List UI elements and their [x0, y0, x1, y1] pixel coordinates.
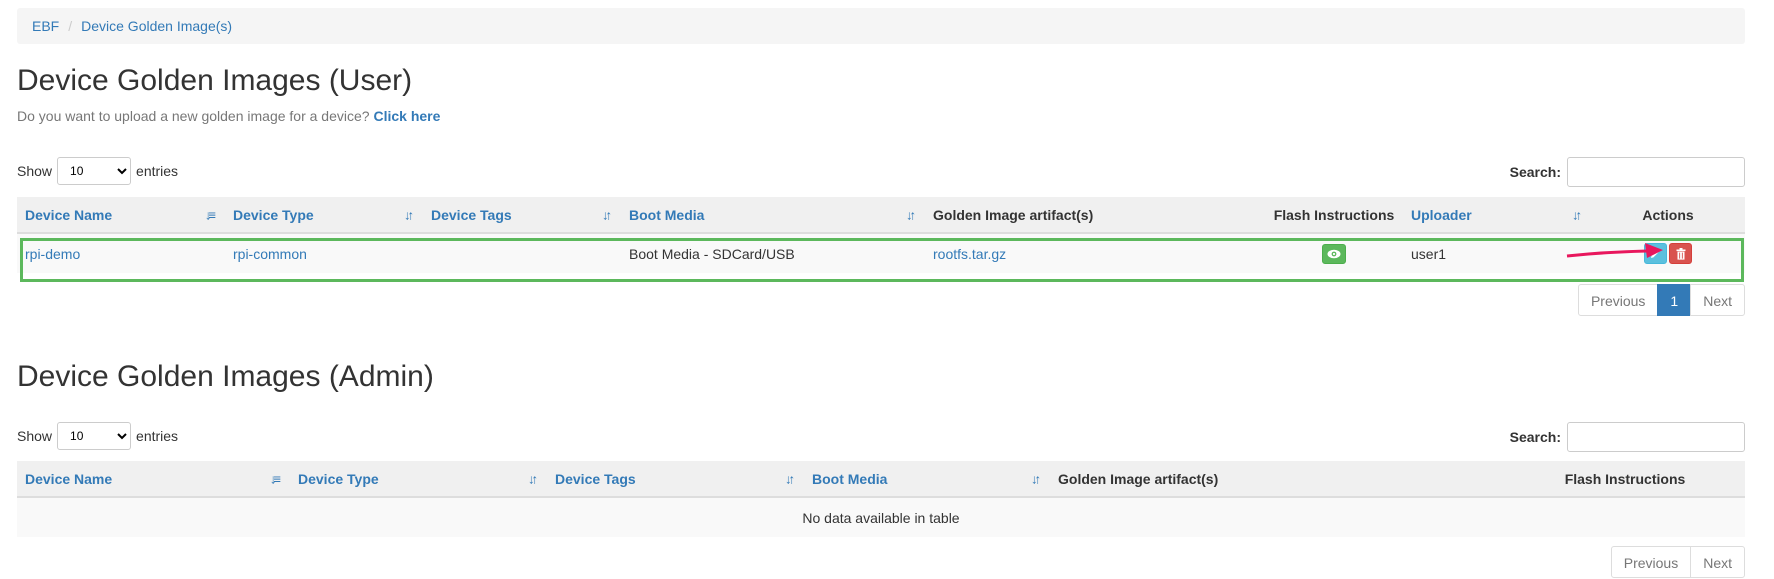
cell-device-type: rpi-common: [225, 233, 423, 273]
artifact-link[interactable]: rootfs.tar.gz: [933, 246, 1006, 262]
col-golden-image-artifacts: Golden Image artifact(s): [925, 197, 1265, 234]
table-row: rpi-demo rpi-common Boot Media - SDCard/…: [17, 233, 1745, 273]
entries-length-user: Show 10 entries: [17, 157, 178, 185]
table-row: No data available in table: [17, 497, 1745, 537]
entries-select-user[interactable]: 10: [57, 157, 132, 185]
delete-button[interactable]: [1669, 243, 1692, 264]
col-flash-instructions: Flash Instructions: [1505, 461, 1745, 498]
table-header-row: Device Name ↓≡ Device Type ↓↑ Device Tag…: [17, 461, 1745, 498]
trash-icon: [1676, 247, 1685, 260]
search-user: Search:: [1510, 157, 1745, 187]
col-uploader[interactable]: Uploader ↓↑: [1403, 197, 1591, 234]
cell-boot-media: Boot Media - SDCard/USB: [621, 233, 925, 273]
breadcrumb-root-link[interactable]: EBF: [32, 18, 59, 34]
view-flash-instructions-button[interactable]: [1322, 243, 1346, 264]
entries-label: entries: [136, 428, 179, 444]
search-label: Search:: [1509, 429, 1561, 445]
pagination-previous[interactable]: Previous: [1610, 546, 1692, 578]
cell-artifact: rootfs.tar.gz: [925, 233, 1265, 273]
pagination-previous[interactable]: Previous: [1577, 284, 1659, 316]
table-header-row: Device Name ↓≡ Device Type ↓↑ Device Tag…: [17, 197, 1745, 234]
col-flash-instructions: Flash Instructions: [1265, 197, 1403, 234]
cell-uploader: user1: [1403, 233, 1591, 273]
search-admin: Search:: [1510, 422, 1745, 452]
col-device-type[interactable]: Device Type ↓↑: [290, 461, 547, 498]
upload-prompt: Do you want to upload a new golden image…: [17, 108, 440, 124]
cell-flash-instructions: [1265, 233, 1403, 273]
col-label: Device Name: [25, 206, 113, 223]
breadcrumb: EBF / Device Golden Image(s): [17, 8, 1745, 44]
sort-icon: ↓↑: [528, 471, 538, 486]
sort-icon: ↓↑: [1031, 471, 1041, 486]
show-label: Show: [17, 428, 53, 444]
sort-icon: ↓↑: [404, 207, 414, 222]
page-title-user: Device Golden Images (User): [17, 64, 413, 97]
cell-device-name: rpi-demo: [17, 233, 225, 273]
entries-label: entries: [136, 163, 179, 179]
col-label: Device Tags: [431, 206, 512, 223]
device-type-link[interactable]: rpi-common: [233, 246, 307, 262]
breadcrumb-separator: /: [68, 18, 73, 34]
entries-length-admin: Show 10 entries: [17, 422, 178, 450]
pagination-user: Previous 1 Next: [1577, 284, 1745, 316]
col-device-name[interactable]: Device Name ↓≡: [17, 461, 290, 498]
search-label: Search:: [1509, 164, 1561, 180]
eye-icon: [1327, 249, 1341, 258]
pagination-next[interactable]: Next: [1690, 546, 1745, 578]
sort-icon: ↓↑: [1572, 207, 1582, 222]
upload-click-here-link[interactable]: Click here: [373, 108, 440, 124]
pagination-next[interactable]: Next: [1690, 284, 1745, 316]
col-actions: Actions: [1591, 197, 1745, 234]
col-device-type[interactable]: Device Type ↓↑: [225, 197, 423, 234]
col-boot-media[interactable]: Boot Media ↓↑: [621, 197, 925, 234]
col-label: Device Type: [298, 470, 379, 487]
search-input-admin[interactable]: [1567, 422, 1745, 452]
breadcrumb-current-link[interactable]: Device Golden Image(s): [81, 18, 232, 34]
col-golden-image-artifacts: Golden Image artifact(s): [1050, 461, 1505, 498]
col-device-tags[interactable]: Device Tags ↓↑: [423, 197, 621, 234]
empty-table-message: No data available in table: [17, 497, 1745, 537]
col-label: Device Name: [25, 470, 113, 487]
col-device-name[interactable]: Device Name ↓≡: [17, 197, 225, 234]
upload-prompt-text: Do you want to upload a new golden image…: [17, 108, 370, 124]
annotation-arrow-icon: [1566, 243, 1663, 258]
sort-icon: ↓↑: [785, 471, 795, 486]
sort-icon: ↓↑: [906, 207, 916, 222]
sort-asc-icon: ↓≡: [269, 471, 281, 486]
cell-device-tags: [423, 233, 621, 273]
col-label: Device Tags: [555, 470, 636, 487]
show-label: Show: [17, 163, 53, 179]
col-label: Boot Media: [812, 470, 888, 487]
pagination-page-1[interactable]: 1: [1657, 284, 1692, 316]
col-device-tags[interactable]: Device Tags ↓↑: [547, 461, 804, 498]
col-label: Device Type: [233, 206, 314, 223]
entries-select-admin[interactable]: 10: [57, 422, 132, 450]
sort-icon: ↓↑: [602, 207, 612, 222]
col-label: Uploader: [1411, 206, 1472, 223]
sort-asc-icon: ↓≡: [204, 207, 216, 222]
col-boot-media[interactable]: Boot Media ↓↑: [804, 461, 1050, 498]
col-label: Boot Media: [629, 206, 705, 223]
device-name-link[interactable]: rpi-demo: [25, 246, 80, 262]
pagination-admin: Previous Next: [1610, 546, 1745, 578]
page-title-admin: Device Golden Images (Admin): [17, 360, 434, 393]
search-input-user[interactable]: [1567, 157, 1745, 187]
admin-images-table: Device Name ↓≡ Device Type ↓↑ Device Tag…: [17, 461, 1745, 537]
user-images-table: Device Name ↓≡ Device Type ↓↑ Device Tag…: [17, 197, 1745, 273]
